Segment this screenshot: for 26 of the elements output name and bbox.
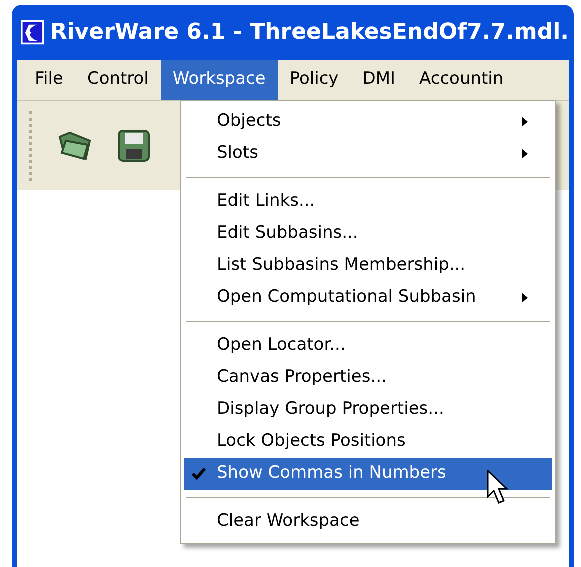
submenu-arrow-icon: [522, 117, 528, 127]
menu-item[interactable]: Lock Objects Positions: [184, 426, 552, 458]
menu-bar-item[interactable]: Accountin: [408, 60, 516, 100]
mouse-pointer-icon: [486, 470, 510, 506]
menu-item[interactable]: Slots: [184, 138, 552, 170]
menu-item[interactable]: Open Computational Subbasin: [184, 282, 552, 314]
submenu-arrow-icon: [522, 293, 528, 303]
app-logo-icon: [21, 19, 44, 46]
menu-item[interactable]: List Subbasins Membership...: [184, 250, 552, 282]
folder-icon[interactable]: [58, 130, 92, 160]
menu-bar-item[interactable]: Control: [75, 60, 161, 100]
menu-item[interactable]: Edit Links...: [184, 186, 552, 218]
menu-item[interactable]: Open Locator...: [184, 330, 552, 362]
menu-bar-item[interactable]: File: [23, 60, 76, 100]
menu-item[interactable]: Clear Workspace: [184, 506, 552, 538]
menu-item[interactable]: Canvas Properties...: [184, 362, 552, 394]
window-title: RiverWare 6.1 - ThreeLakesEndOf7.7.mdl.: [50, 19, 569, 47]
submenu-arrow-icon: [522, 149, 528, 159]
menu-item[interactable]: Display Group Properties...: [184, 394, 552, 426]
menu-item[interactable]: Objects: [184, 106, 552, 138]
menu-item[interactable]: Edit Subbasins...: [184, 218, 552, 250]
save-icon[interactable]: [118, 130, 150, 162]
checkmark-icon: [192, 468, 206, 480]
menu-bar-item[interactable]: DMI: [350, 60, 408, 100]
menu-bar-item[interactable]: Workspace: [160, 60, 278, 100]
menu-bar-item[interactable]: Policy: [278, 60, 351, 100]
